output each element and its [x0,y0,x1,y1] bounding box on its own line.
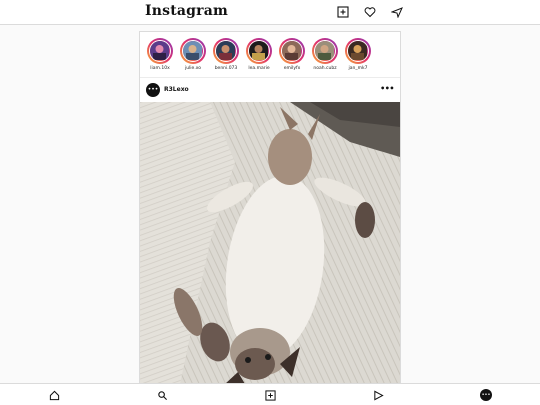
story-item[interactable]: liam.10x [145,38,175,71]
story-ring [147,38,173,64]
story-item[interactable]: noah.cubz [310,38,340,71]
story-item[interactable]: emilyfx [277,38,307,71]
story-ring [180,38,206,64]
search-icon[interactable] [155,388,169,402]
story-username: jan_mk7 [348,66,368,71]
story-avatar [150,41,169,60]
story-avatar [216,41,235,60]
story-avatar [315,41,334,60]
post-username[interactable]: R3Lexo [164,86,189,93]
post-photo[interactable] [140,102,400,383]
top-bar: Instagram [0,0,540,25]
story-avatar [348,41,367,60]
instagram-logo[interactable]: Instagram [145,3,228,19]
post-header: ••• R3Lexo ••• [140,78,400,102]
story-avatar [183,41,202,60]
story-item[interactable]: julie.xo [178,38,208,71]
bottom-nav: ••• [0,383,540,405]
story-username: emilyfx [283,66,301,71]
profile-avatar[interactable]: ••• [479,388,493,402]
new-post-icon[interactable] [336,4,350,20]
story-avatar [249,41,268,60]
new-post-icon[interactable] [263,388,277,402]
home-icon[interactable] [47,388,61,402]
story-item[interactable]: benni.073 [211,38,241,71]
story-username: liam.10x [150,66,170,71]
story-ring [312,38,338,64]
heart-icon[interactable] [363,4,377,20]
reels-icon[interactable] [371,388,385,402]
direct-message-icon[interactable] [390,4,404,20]
stories-tray: liam.10x julie.xo benni.073 lea.marie em… [140,32,400,78]
more-options-icon[interactable]: ••• [380,84,394,93]
story-username: noah.cubz [313,66,337,71]
story-item[interactable]: lea.marie [244,38,274,71]
story-username: lea.marie [248,66,270,71]
feed: liam.10x julie.xo benni.073 lea.marie em… [139,31,401,383]
profile-avatar-circle: ••• [480,389,492,401]
top-actions [336,4,404,20]
story-item[interactable]: jan_mk7 [343,38,373,71]
story-ring [213,38,239,64]
story-ring [246,38,272,64]
story-ring [345,38,371,64]
story-avatar [282,41,301,60]
post-avatar[interactable]: ••• [146,83,160,97]
story-username: julie.xo [184,66,202,71]
story-username: benni.073 [214,66,238,71]
story-ring [279,38,305,64]
